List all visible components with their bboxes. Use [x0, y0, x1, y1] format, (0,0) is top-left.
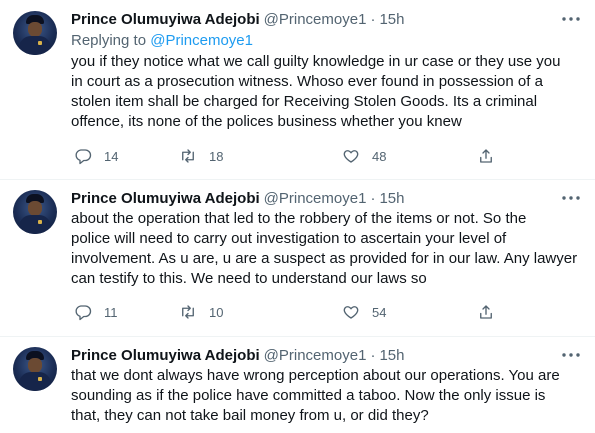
separator: · [370, 189, 376, 207]
like-icon [343, 150, 359, 163]
replying-label: Replying to [71, 32, 151, 49]
share-button[interactable] [477, 146, 495, 166]
author-name[interactable]: Prince Olumuyiwa Adejobi [71, 190, 260, 207]
reply-button[interactable]: 11 [74, 302, 118, 322]
tweet-2[interactable]: Prince Olumuyiwa Adejobi @Princemoye1 · … [0, 179, 595, 337]
share-icon [480, 305, 492, 319]
tweet-3[interactable]: Prince Olumuyiwa Adejobi @Princemoye1 · … [0, 336, 595, 433]
tweet-text-line: can testify to this. We need to understa… [71, 270, 427, 287]
replying-mention[interactable]: @Princemoye1 [150, 32, 253, 49]
tweet-text-line: in court as a prosecution witness. Whoso… [71, 73, 543, 90]
tweet-header: Prince Olumuyiwa Adejobi @Princemoye1 · … [71, 345, 404, 365]
tweet-header: Prince Olumuyiwa Adejobi @Princemoye1 · … [71, 188, 404, 208]
more-dots-icon[interactable] [561, 347, 581, 363]
tweet-text-line: sounding as if the police have committed… [71, 387, 546, 404]
avatar[interactable] [13, 190, 57, 234]
timestamp[interactable]: 15h [379, 190, 404, 207]
timestamp[interactable]: 15h [379, 347, 404, 364]
retweet-icon [182, 149, 194, 163]
tweet-text: you if they notice what we call guilty k… [71, 52, 581, 132]
replying-to-line: Replying to @Princemoye1 [71, 32, 253, 49]
tweet-text-line: that, they can not take bail money from … [71, 407, 429, 424]
retweet-count: 10 [209, 304, 224, 320]
tweet-text-line: about the operation that led to the robb… [71, 210, 527, 227]
tweet-header: Prince Olumuyiwa Adejobi @Princemoye1 · … [71, 9, 404, 29]
tweet-text-line: stolen item shall be charged for Receivi… [71, 93, 538, 110]
more-dots-icon[interactable] [561, 190, 581, 206]
author-handle[interactable]: @Princemoye1 [264, 11, 367, 28]
tweet-text-line: involvement. As u are, u are a suspect a… [71, 250, 578, 267]
like-icon [343, 306, 359, 319]
reply-icon [75, 305, 92, 321]
tweet-1[interactable]: Prince Olumuyiwa Adejobi @Princemoye1 · … [0, 0, 595, 180]
more-dots-icon[interactable] [561, 11, 581, 27]
tweet-text-line: offence, its none of the polices busines… [71, 113, 462, 130]
reply-count: 14 [104, 148, 119, 164]
tweet-text-line: you if they notice what we call guilty k… [71, 53, 561, 70]
retweet-count: 18 [209, 148, 224, 164]
avatar[interactable] [13, 11, 57, 55]
author-handle[interactable]: @Princemoye1 [264, 347, 367, 364]
tweet-text-line: that we dont always have wrong perceptio… [71, 367, 560, 384]
reply-icon [75, 149, 92, 165]
reply-button[interactable]: 14 [74, 146, 118, 166]
tweet-text: about the operation that led to the robb… [71, 209, 581, 289]
reply-count: 11 [104, 304, 118, 320]
tweet-actions: 11 10 54 [71, 302, 511, 322]
separator: · [370, 10, 376, 28]
author-name[interactable]: Prince Olumuyiwa Adejobi [71, 11, 260, 28]
retweet-button[interactable]: 18 [179, 146, 223, 166]
like-button[interactable]: 54 [342, 302, 386, 322]
like-count: 54 [372, 304, 387, 320]
like-count: 48 [372, 148, 387, 164]
tweet-actions: 14 18 48 [71, 146, 511, 166]
share-icon [480, 149, 492, 163]
separator: · [370, 346, 376, 364]
author-handle[interactable]: @Princemoye1 [264, 190, 367, 207]
retweet-icon [182, 305, 194, 319]
share-button[interactable] [477, 302, 495, 322]
avatar[interactable] [13, 347, 57, 391]
tweet-text-line: police will need to carry out investigat… [71, 230, 507, 247]
tweet-text: that we dont always have wrong perceptio… [71, 366, 581, 426]
like-button[interactable]: 48 [342, 146, 386, 166]
timestamp[interactable]: 15h [379, 11, 404, 28]
retweet-button[interactable]: 10 [179, 302, 223, 322]
author-name[interactable]: Prince Olumuyiwa Adejobi [71, 347, 260, 364]
